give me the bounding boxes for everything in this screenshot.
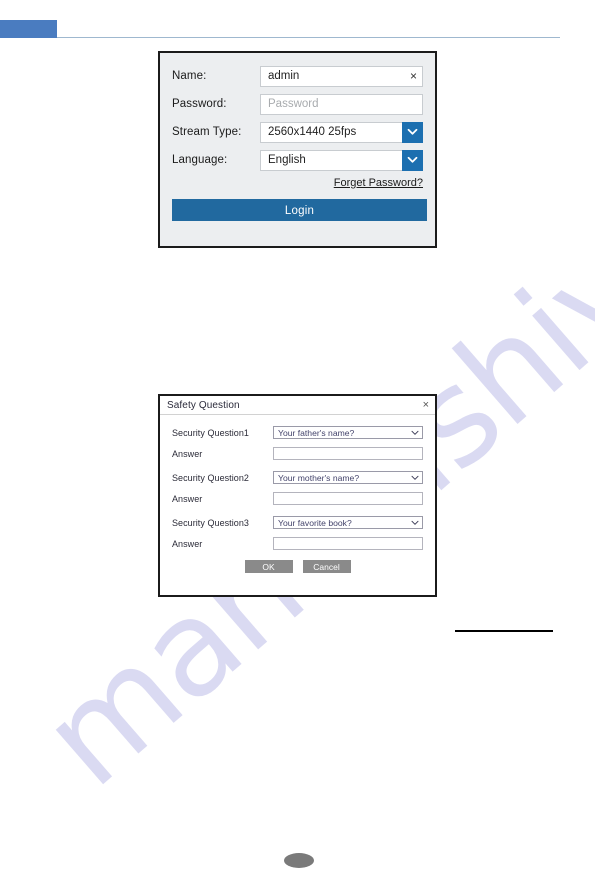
dialog-title: Safety Question <box>167 399 240 411</box>
security-question-2-value: Your mother's name? <box>278 472 360 483</box>
safety-question-footer: OK Cancel <box>172 560 423 573</box>
forget-password-link[interactable]: Forget Password? <box>334 177 423 189</box>
question-row-2: Security Question2 Your mother's name? <box>172 470 423 485</box>
name-row: Name: admin × <box>172 65 423 87</box>
answer-row-1: Answer <box>172 446 423 461</box>
cancel-button[interactable]: Cancel <box>302 560 351 573</box>
header-divider <box>0 37 560 38</box>
stream-type-value: 2560x1440 25fps <box>268 126 357 138</box>
security-question-2-label: Security Question2 <box>172 472 249 483</box>
name-label: Name: <box>172 70 207 82</box>
security-question-1-select[interactable]: Your father's name? <box>273 426 423 439</box>
answer-row-3: Answer <box>172 536 423 551</box>
security-question-1-label: Security Question1 <box>172 427 249 438</box>
password-placeholder: Password <box>268 98 319 110</box>
answer-row-2: Answer <box>172 491 423 506</box>
password-input[interactable]: Password <box>260 93 423 115</box>
security-question-3-label: Security Question3 <box>172 517 249 528</box>
page-number-badge <box>284 853 314 868</box>
chevron-down-icon[interactable] <box>402 121 423 143</box>
forget-password-row: Forget Password? <box>172 177 423 189</box>
language-row: Language: English <box>172 149 423 171</box>
language-select[interactable]: English <box>260 149 423 171</box>
chevron-down-icon[interactable] <box>411 430 419 436</box>
security-question-3-select[interactable]: Your favorite book? <box>273 516 423 529</box>
answer-1-label: Answer <box>172 448 203 459</box>
security-question-2-select[interactable]: Your mother's name? <box>273 471 423 484</box>
answer-3-input[interactable] <box>273 537 423 550</box>
safety-question-body: Security Question1 Your father's name? A… <box>160 415 435 573</box>
header-color-tab <box>0 20 57 38</box>
name-input-value: admin <box>268 70 300 82</box>
password-row: Password: Password <box>172 93 423 115</box>
chevron-down-icon[interactable] <box>402 149 423 171</box>
security-question-3-value: Your favorite book? <box>278 517 352 528</box>
language-value: English <box>268 154 306 166</box>
clear-icon[interactable]: × <box>410 70 417 82</box>
stream-type-row: Stream Type: 2560x1440 25fps <box>172 121 423 143</box>
name-input[interactable]: admin × <box>260 65 423 87</box>
chevron-down-icon[interactable] <box>411 475 419 481</box>
safety-question-titlebar: Safety Question × <box>160 396 435 415</box>
security-question-group-3: Security Question3 Your favorite book? A… <box>172 515 423 551</box>
question-row-1: Security Question1 Your father's name? <box>172 425 423 440</box>
password-label: Password: <box>172 98 227 110</box>
security-question-1-value: Your father's name? <box>278 427 355 438</box>
ok-button[interactable]: OK <box>244 560 293 573</box>
safety-question-dialog: Safety Question × Security Question1 You… <box>158 394 437 597</box>
security-question-group-2: Security Question2 Your mother's name? A… <box>172 470 423 506</box>
login-dialog-body: Name: admin × Password: Password Stream … <box>160 53 435 221</box>
answer-1-input[interactable] <box>273 447 423 460</box>
close-icon[interactable]: × <box>423 399 429 411</box>
stream-type-label: Stream Type: <box>172 126 242 138</box>
answer-2-label: Answer <box>172 493 203 504</box>
stream-type-select[interactable]: 2560x1440 25fps <box>260 121 423 143</box>
answer-2-input[interactable] <box>273 492 423 505</box>
chevron-down-icon[interactable] <box>411 520 419 526</box>
login-dialog: Name: admin × Password: Password Stream … <box>158 51 437 248</box>
answer-3-label: Answer <box>172 538 203 549</box>
section-rule <box>455 630 553 632</box>
security-question-group-1: Security Question1 Your father's name? A… <box>172 425 423 461</box>
question-row-3: Security Question3 Your favorite book? <box>172 515 423 530</box>
login-button[interactable]: Login <box>172 199 427 221</box>
language-label: Language: <box>172 154 228 166</box>
